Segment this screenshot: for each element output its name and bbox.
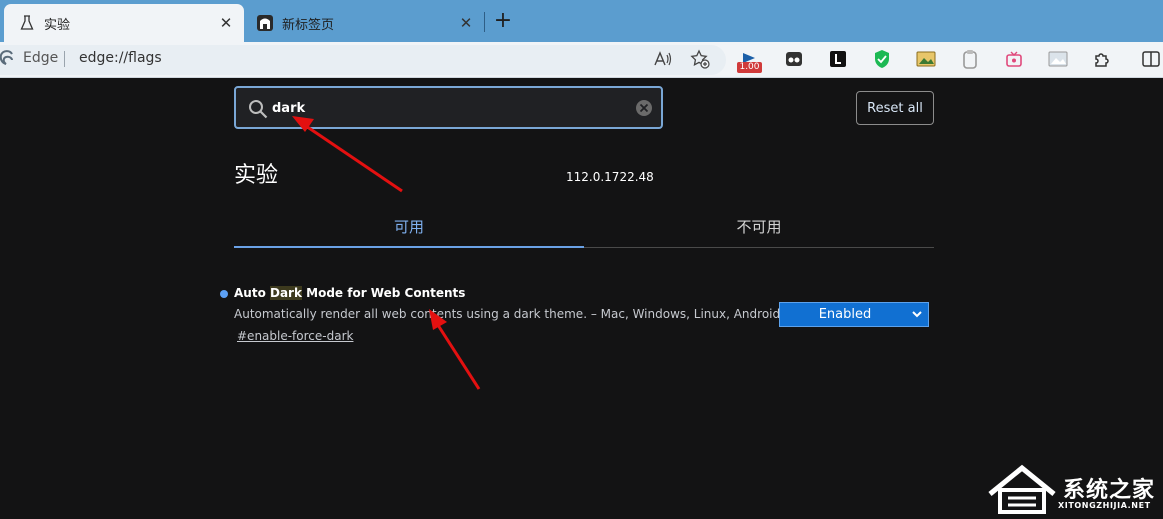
browser-toolbar [0,42,1163,78]
flag-name: Auto Dark Mode for Web Contents [234,286,465,300]
watermark-text: 系统之家 [1063,478,1156,503]
arrow-to-flag [429,309,481,390]
site-label: Edge [23,50,59,66]
tab-new-tab[interactable]: 新标签页 ✕ [252,4,484,42]
close-icon[interactable]: ✕ [216,13,236,33]
flag-state-select[interactable]: Enabled [779,302,929,327]
flag-description: Automatically render all web contents us… [234,307,781,321]
clear-search-icon[interactable] [635,99,653,117]
search-match-highlight: Dark [270,286,302,300]
search-icon [249,100,268,119]
flag-status-dot [220,290,228,298]
version-number: 112.0.1722.48 [566,170,654,184]
extension-badge: 1.00 [737,62,762,73]
edge-logo-icon [0,50,13,65]
image-extension-icon[interactable] [913,46,939,72]
tv-extension-icon[interactable] [1001,46,1027,72]
tab-title: 新标签页 [282,17,335,33]
flask-icon [18,14,36,32]
page-title: 实验 [234,163,279,188]
watermark-url: XITONGZHIJIA.NET [1058,501,1151,510]
shield-icon[interactable] [869,46,895,72]
tab-unavailable[interactable]: 不可用 [584,206,934,248]
new-tab-plus-icon[interactable]: + [492,10,514,32]
address-divider [64,51,65,67]
close-icon[interactable]: ✕ [456,13,476,33]
chevron-down-icon [912,311,922,318]
tab-strip: 实验 ✕ 新标签页 ✕ + [0,0,1163,42]
picture-extension-icon[interactable] [1045,46,1071,72]
tab-divider [484,12,485,32]
flag-state-value: Enabled [818,307,872,322]
read-aloud-icon[interactable] [650,46,676,72]
flag-name-suffix: Mode for Web Contents [301,286,466,300]
search-box[interactable] [234,86,663,129]
reset-all-button[interactable]: Reset all [856,91,934,125]
flag-name-prefix: Auto [234,286,270,300]
newtab-page-icon [256,14,274,32]
extension-l-icon[interactable] [825,46,851,72]
split-screen-icon[interactable] [1138,46,1163,72]
add-favorite-icon[interactable] [687,46,713,72]
extension-tracker-icon[interactable] [781,46,807,72]
extensions-puzzle-icon[interactable] [1089,46,1115,72]
tab-title: 实验 [44,17,71,33]
search-input[interactable] [272,94,622,122]
flag-permalink[interactable]: #enable-force-dark [237,329,353,343]
clipboard-extension-icon[interactable] [957,46,983,72]
tab-available[interactable]: 可用 [234,206,584,248]
tab-flags[interactable]: 实验 ✕ [4,4,244,42]
url-text[interactable]: edge://flags [79,50,162,66]
